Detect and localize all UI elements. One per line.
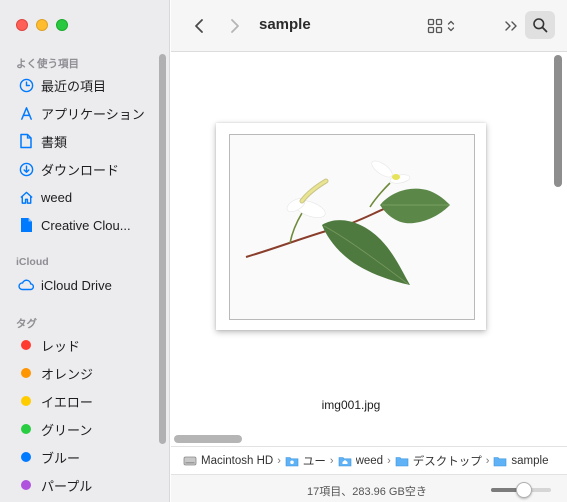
- view-mode-button[interactable]: [427, 15, 463, 37]
- tag-dot-icon: [18, 449, 34, 465]
- sidebar-item-recents[interactable]: 最近の項目: [8, 72, 158, 98]
- clock-icon: [18, 77, 34, 93]
- sidebar-item-creative-cloud[interactable]: Creative Clou...: [8, 212, 158, 238]
- download-icon: [18, 161, 34, 177]
- path-separator-icon: ›: [277, 454, 281, 467]
- icon-size-slider-knob[interactable]: [516, 482, 532, 498]
- sidebar-item-label: 書類: [41, 134, 68, 150]
- sidebar-tag-purple[interactable]: パープル: [8, 472, 158, 498]
- path-item-weed[interactable]: weed: [338, 454, 384, 467]
- chevron-right-icon: [231, 19, 239, 33]
- sidebar-section-favorites: よく使う項目: [16, 58, 79, 70]
- path-separator-icon: ›: [329, 454, 334, 467]
- sidebar-item-home[interactable]: weed: [8, 184, 158, 210]
- file-name-label: img001.jpg: [321, 398, 381, 412]
- sidebar-item-documents[interactable]: 書類: [8, 128, 158, 154]
- path-item-sample[interactable]: sample: [493, 455, 548, 467]
- sidebar-tag-orange[interactable]: オレンジ: [8, 360, 158, 386]
- grid-view-icon: [427, 18, 443, 34]
- icon-size-slider[interactable]: [491, 482, 551, 498]
- sidebar-item-label: Creative Clou...: [41, 217, 131, 233]
- sidebar-tag-red[interactable]: レッド: [8, 332, 158, 358]
- toolbar-overflow-button[interactable]: [501, 15, 521, 37]
- sidebar-item-label: レッド: [41, 338, 81, 354]
- folder-icon: [338, 456, 351, 466]
- back-button[interactable]: [187, 14, 211, 38]
- hard-drive-icon: [183, 456, 197, 465]
- path-item-label: sample: [511, 454, 549, 467]
- home-icon: [18, 189, 34, 205]
- sidebar-item-applications[interactable]: アプリケーション: [8, 100, 158, 126]
- image-thumbnail: [229, 134, 475, 320]
- sidebar-item-label: イエロー: [41, 394, 93, 410]
- cloud-icon: [18, 277, 34, 293]
- folder-icon: [285, 456, 299, 466]
- path-bar: Macintosh HD › ユー › weed › デスクトップ › samp…: [171, 446, 567, 474]
- forward-button[interactable]: [223, 14, 247, 38]
- sidebar-tag-blue[interactable]: ブルー: [8, 444, 158, 470]
- double-chevron-icon: [505, 21, 517, 31]
- sidebar-item-label: iCloud Drive: [41, 277, 112, 293]
- sidebar-scrollbar[interactable]: [159, 54, 166, 444]
- sidebar-section-icloud: iCloud: [16, 256, 49, 268]
- window-title: sample: [259, 16, 311, 33]
- status-bar: 17項目、283.96 GB空き: [171, 474, 567, 502]
- zoom-button[interactable]: [56, 19, 68, 31]
- path-separator-icon: ›: [485, 454, 490, 467]
- window-controls: [16, 19, 68, 31]
- horizontal-scrollbar[interactable]: [174, 435, 242, 443]
- path-item-desktop[interactable]: デスクトップ: [395, 453, 482, 469]
- sidebar-item-label: weed: [41, 189, 73, 205]
- applications-icon: [18, 105, 34, 121]
- sidebar-item-icloud-drive[interactable]: iCloud Drive: [8, 272, 158, 298]
- updown-chevron-icon: [447, 20, 455, 32]
- sidebar-tag-green[interactable]: グリーン: [8, 416, 158, 442]
- close-button[interactable]: [16, 19, 28, 31]
- finder-window: よく使う項目 最近の項目 アプリケーション 書類 ダウンロード weed Cre…: [0, 0, 567, 502]
- file-icon: [18, 217, 34, 233]
- sidebar-tag-yellow[interactable]: イエロー: [8, 388, 158, 414]
- search-button[interactable]: [525, 11, 555, 39]
- status-text: 17項目、283.96 GB空き: [307, 486, 427, 498]
- sidebar: よく使う項目 最近の項目 アプリケーション 書類 ダウンロード weed Cre…: [0, 0, 170, 502]
- path-item-macintosh-hd[interactable]: Macintosh HD: [183, 455, 273, 467]
- file-thumbnail-img001[interactable]: [216, 123, 486, 330]
- minimize-button[interactable]: [36, 19, 48, 31]
- vertical-scrollbar[interactable]: [554, 55, 562, 187]
- sidebar-item-label: グリーン: [41, 422, 93, 438]
- tag-dot-icon: [18, 365, 34, 381]
- chevron-left-icon: [195, 19, 203, 33]
- sidebar-section-tags: タグ: [16, 318, 37, 330]
- tag-dot-icon: [18, 337, 34, 353]
- path-item-label: Macintosh HD: [201, 454, 274, 467]
- tag-dot-icon: [18, 393, 34, 409]
- path-separator-icon: ›: [387, 454, 391, 467]
- sidebar-item-label: パープル: [41, 478, 93, 494]
- path-item-label: weed: [355, 454, 384, 467]
- sidebar-item-label: アプリケーション: [41, 106, 145, 122]
- path-item-label: ユー: [302, 455, 326, 468]
- path-item-users[interactable]: ユー: [285, 453, 326, 469]
- document-icon: [18, 133, 34, 149]
- path-item-label: デスクトップ: [412, 455, 482, 468]
- sidebar-item-label: ブルー: [41, 450, 81, 466]
- folder-icon: [494, 456, 507, 466]
- search-icon: [533, 18, 548, 33]
- folder-icon: [395, 456, 409, 466]
- sidebar-item-downloads[interactable]: ダウンロード: [8, 156, 158, 182]
- tag-dot-icon: [18, 421, 34, 437]
- file-browser-content: img001.jpg: [171, 53, 567, 445]
- tag-dot-icon: [18, 477, 34, 493]
- sidebar-item-label: 最近の項目: [41, 78, 107, 94]
- sidebar-item-label: ダウンロード: [41, 162, 120, 178]
- sidebar-item-label: オレンジ: [41, 366, 94, 382]
- toolbar: sample: [171, 0, 567, 52]
